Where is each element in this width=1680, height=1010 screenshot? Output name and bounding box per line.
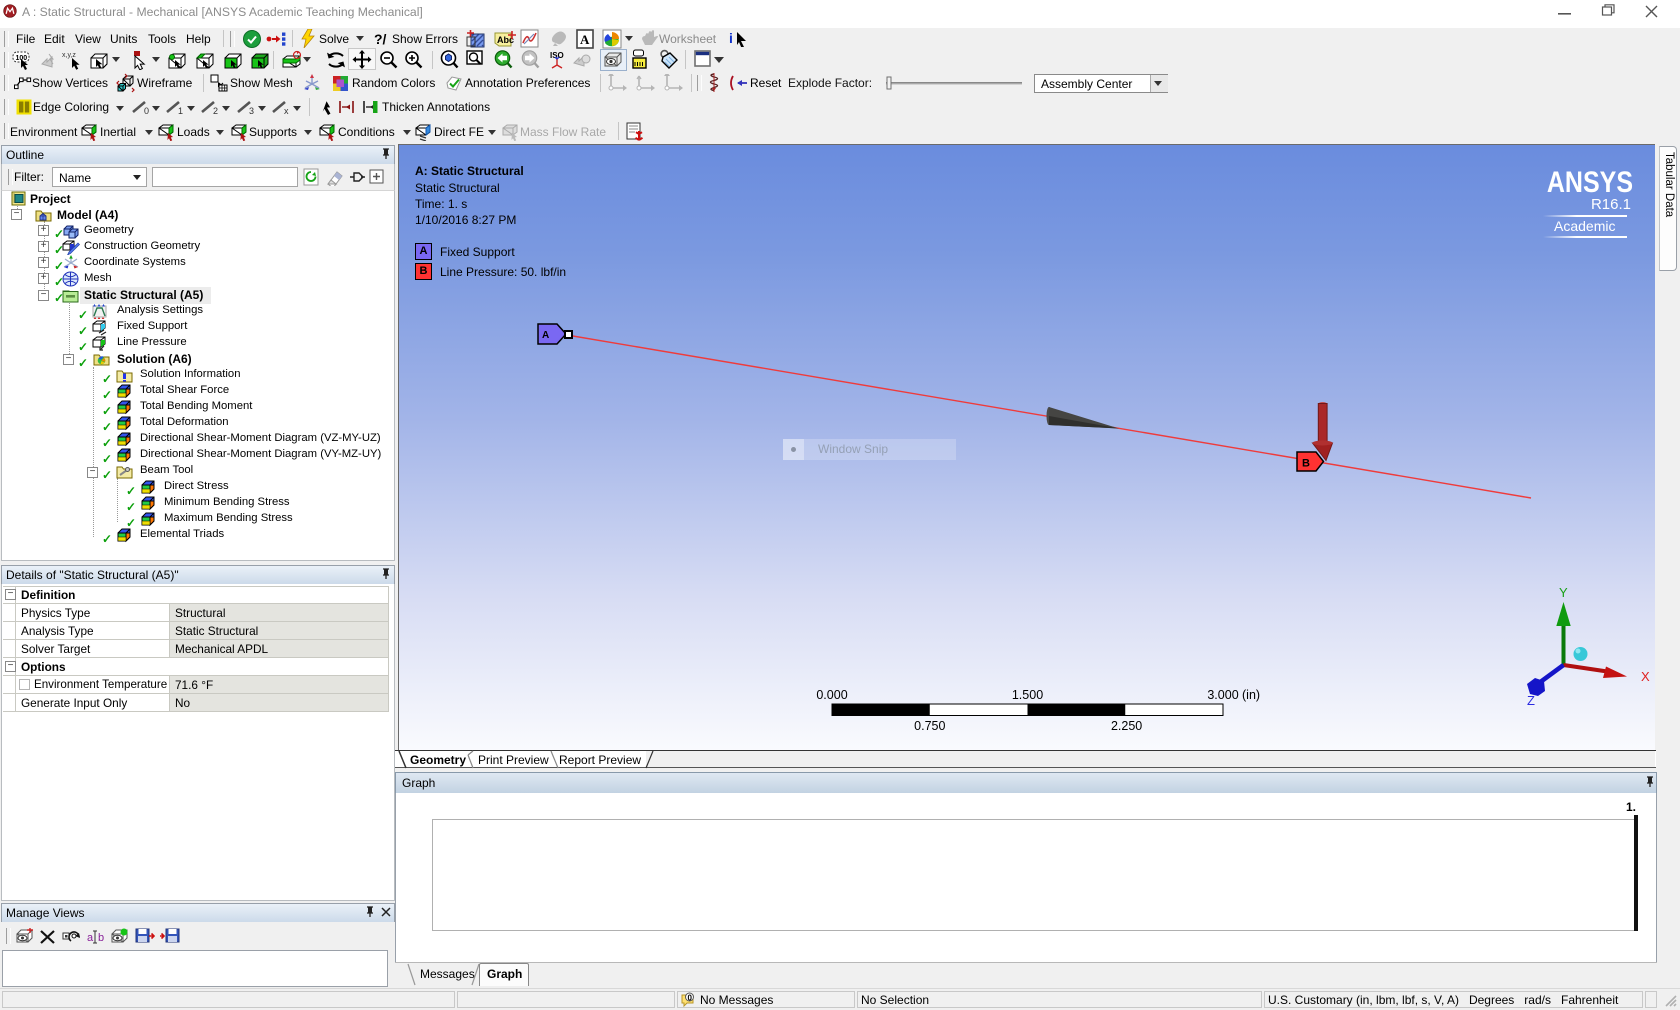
svg-text:0: 0 xyxy=(144,106,149,116)
svg-text:0.750: 0.750 xyxy=(914,719,945,733)
svg-text:B: B xyxy=(1302,458,1310,470)
svg-text:2: 2 xyxy=(213,106,218,116)
svg-text:1.500: 1.500 xyxy=(1012,688,1043,702)
svg-text:b: b xyxy=(98,932,104,944)
svg-text:A: A xyxy=(542,330,549,341)
svg-text:1: 1 xyxy=(178,106,183,116)
svg-text:a: a xyxy=(87,932,94,944)
svg-text:3: 3 xyxy=(249,106,254,116)
svg-text:A: A xyxy=(580,32,590,47)
svg-text:2.250: 2.250 xyxy=(1111,719,1142,733)
svg-text:Z: Z xyxy=(1527,693,1535,708)
svg-text:x: x xyxy=(284,106,289,116)
svg-text:(in): (in) xyxy=(1242,688,1260,702)
svg-text:3.000: 3.000 xyxy=(1207,688,1238,702)
svg-text:Y: Y xyxy=(1559,585,1568,600)
svg-text:0.000: 0.000 xyxy=(816,688,847,702)
svg-text:x,y,z: x,y,z xyxy=(62,52,76,59)
svg-text:X: X xyxy=(1641,669,1650,684)
svg-text:0: 0 xyxy=(688,994,693,1003)
